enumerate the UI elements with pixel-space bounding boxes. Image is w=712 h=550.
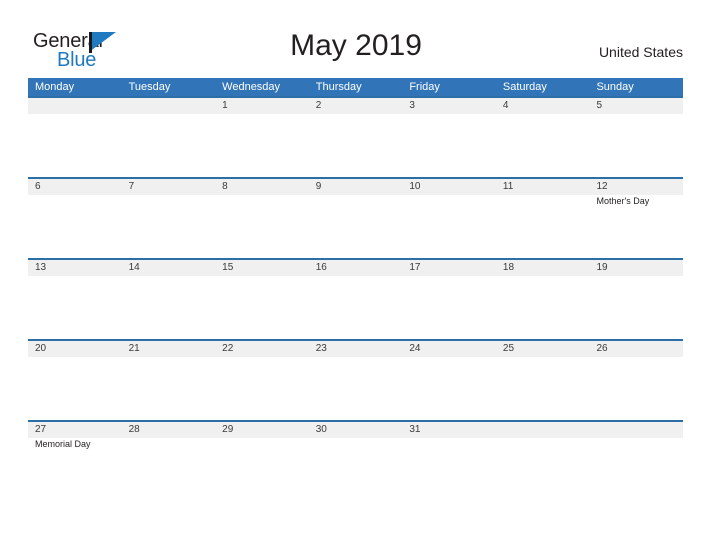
day-number: 28 (128, 424, 140, 435)
week-row: 20 21 22 23 24 25 26 (28, 339, 684, 420)
day-band (495, 98, 590, 114)
day-band (589, 98, 684, 114)
weekday-header-wednesday: Wednesday (222, 81, 281, 93)
weekday-header-sunday: Sunday (596, 81, 634, 93)
day-number: 18 (502, 262, 515, 273)
day-cell[interactable]: 6 (28, 179, 122, 258)
day-cell[interactable]: 12 Mother's Day (589, 179, 684, 258)
day-band (402, 98, 496, 114)
day-number: 22 (222, 343, 234, 354)
day-number: 10 (409, 181, 421, 192)
day-cell[interactable]: 13 (28, 260, 122, 339)
day-cell[interactable]: 15 (215, 260, 309, 339)
calendar-page: General Blue May 2019 United States Mond… (0, 0, 712, 550)
day-event: Memorial Day (35, 439, 91, 449)
weekday-header-tuesday: Tuesday (128, 81, 171, 93)
day-number: 1 (222, 100, 228, 111)
week-row: 27 Memorial Day 28 29 30 31 (28, 420, 684, 501)
page-header: General Blue May 2019 United States (0, 0, 712, 78)
day-number: 2 (315, 100, 322, 111)
weekday-header-row: Monday Tuesday Wednesday Thursday Friday… (28, 78, 683, 96)
day-cell[interactable]: 25 (495, 341, 590, 420)
day-cell[interactable]: 9 (308, 179, 403, 258)
weekday-header-friday: Friday (409, 81, 440, 93)
weekday-header-monday: Monday (35, 81, 75, 93)
day-cell[interactable]: 5 (589, 98, 684, 177)
day-number: 15 (222, 262, 234, 273)
day-band (308, 179, 403, 195)
day-number: 6 (35, 181, 41, 192)
day-band (121, 179, 216, 195)
day-number: 17 (409, 262, 421, 273)
day-number: 9 (315, 181, 322, 192)
day-cell[interactable]: 17 (402, 260, 496, 339)
day-cell[interactable]: 16 (308, 260, 403, 339)
day-number: 20 (35, 343, 47, 354)
day-cell[interactable]: 10 (402, 179, 496, 258)
day-number: 31 (409, 424, 421, 435)
day-cell[interactable]: 3 (402, 98, 496, 177)
day-cell[interactable]: 29 (215, 422, 309, 501)
day-number: 8 (222, 181, 228, 192)
day-cell[interactable]: 4 (495, 98, 590, 177)
day-number: 30 (315, 424, 327, 435)
day-number: 23 (315, 343, 327, 354)
day-number: 11 (502, 181, 514, 192)
day-cell[interactable]: 1 (215, 98, 309, 177)
day-band (589, 422, 684, 438)
week-row: 13 14 15 16 17 18 19 (28, 258, 684, 339)
day-number: 27 (35, 424, 47, 435)
day-number: 5 (596, 100, 603, 111)
day-band (495, 422, 590, 438)
day-number: 12 (596, 181, 608, 192)
day-cell[interactable]: 21 (121, 341, 216, 420)
day-number: 19 (596, 262, 608, 273)
day-number: 21 (128, 343, 140, 354)
day-cell[interactable]: 8 (215, 179, 309, 258)
day-number: 26 (596, 343, 608, 354)
day-number: 14 (128, 262, 140, 273)
day-cell[interactable]: 31 (402, 422, 496, 501)
day-cell[interactable] (589, 422, 684, 501)
day-number: 3 (409, 100, 415, 111)
day-cell[interactable]: 14 (121, 260, 216, 339)
day-number: 7 (128, 181, 135, 192)
day-cell[interactable]: 2 (308, 98, 403, 177)
day-number: 4 (502, 100, 509, 111)
day-cell[interactable]: 30 (308, 422, 403, 501)
day-cell[interactable]: 23 (308, 341, 403, 420)
day-number: 16 (315, 262, 327, 273)
week-row: 1 2 3 4 5 (28, 96, 684, 177)
day-cell[interactable] (121, 98, 216, 177)
day-band (215, 98, 309, 114)
day-band (28, 98, 122, 114)
day-band (28, 179, 122, 195)
day-cell[interactable]: 28 (121, 422, 216, 501)
day-cell[interactable]: 7 (121, 179, 216, 258)
day-number: 29 (222, 424, 234, 435)
day-cell[interactable]: 22 (215, 341, 309, 420)
day-cell[interactable]: 11 (495, 179, 590, 258)
day-cell[interactable]: 26 (589, 341, 684, 420)
week-row: 6 7 8 9 10 11 12 Mother's Day (28, 177, 684, 258)
day-number: 13 (35, 262, 47, 273)
day-band (215, 179, 309, 195)
day-cell[interactable]: 18 (495, 260, 590, 339)
day-cell[interactable]: 24 (402, 341, 496, 420)
day-cell[interactable]: 20 (28, 341, 122, 420)
day-number: 25 (502, 343, 515, 354)
day-cell[interactable]: 27 Memorial Day (28, 422, 122, 501)
day-band (308, 98, 403, 114)
calendar-grid: Monday Tuesday Wednesday Thursday Friday… (28, 78, 684, 501)
day-event: Mother's Day (596, 196, 650, 206)
day-cell[interactable]: 19 (589, 260, 684, 339)
day-cell[interactable] (28, 98, 122, 177)
weekday-header-saturday: Saturday (502, 81, 547, 93)
day-band (121, 98, 216, 114)
weekday-header-thursday: Thursday (315, 81, 362, 93)
day-cell[interactable] (495, 422, 590, 501)
day-number: 24 (409, 343, 421, 354)
country-label: United States (598, 44, 683, 60)
